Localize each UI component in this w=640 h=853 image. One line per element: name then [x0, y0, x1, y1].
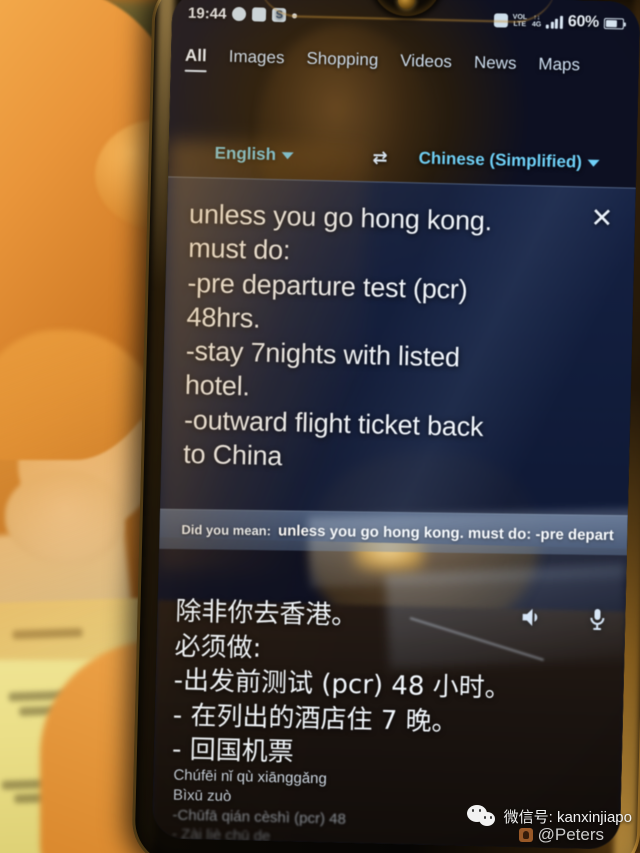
- chevron-down-icon: [281, 151, 295, 159]
- shopping-bag-icon: [252, 7, 267, 22]
- watermark-handle-row: @Peters: [518, 825, 604, 845]
- did-you-mean-suggestion[interactable]: unless you go hong kong. must do: -pre d…: [278, 522, 614, 544]
- watermark: 微信号: kanxinjiapo @Peters: [466, 804, 632, 845]
- microphone-icon[interactable]: [585, 605, 610, 639]
- tab-videos[interactable]: Videos: [400, 51, 452, 76]
- speaker-icon[interactable]: [517, 604, 548, 636]
- camera-icon: [232, 6, 247, 22]
- tab-all[interactable]: All: [185, 46, 207, 71]
- phone-device: 19:44 S VOL LTE ↑↓ 4G 60% All Images Sho…: [131, 0, 640, 853]
- photo-scene: 19:44 S VOL LTE ↑↓ 4G 60% All Images Sho…: [0, 0, 640, 853]
- front-camera-icon: [397, 0, 416, 10]
- pinyin-text: Chúfēi nǐ qù xiānggǎng Bìxū zuò -Chūfā q…: [172, 766, 474, 850]
- watermark-handle: @Peters: [537, 825, 604, 844]
- source-language-label: English: [214, 143, 277, 164]
- tab-shopping[interactable]: Shopping: [306, 49, 378, 75]
- translated-text: 除非你去香港。 必须做: -出发前测试 (pcr) 48 小时。 - 在列出的酒…: [172, 595, 511, 776]
- tab-maps[interactable]: Maps: [538, 54, 580, 79]
- target-language-selector[interactable]: Chinese (Simplified): [418, 148, 601, 172]
- swap-languages-icon[interactable]: ⇄: [372, 147, 386, 168]
- watermark-badge-icon: [518, 828, 533, 842]
- chevron-down-icon: [587, 159, 601, 167]
- source-language-selector[interactable]: English: [214, 143, 295, 165]
- watermark-wechat-id: 微信号: kanxinjiapo: [503, 808, 632, 826]
- did-you-mean-bar[interactable]: Did you mean: unless you go hong kong. m…: [159, 508, 628, 556]
- signal-icon: [546, 15, 563, 29]
- battery-icon: [603, 17, 625, 29]
- phone-screen: 19:44 S VOL LTE ↑↓ 4G 60% All Images Sho…: [151, 0, 640, 850]
- close-icon[interactable]: ✕: [590, 203, 613, 234]
- wechat-icon: [466, 804, 497, 828]
- did-you-mean-label: Did you mean:: [181, 522, 272, 539]
- tab-images[interactable]: Images: [228, 47, 285, 72]
- audio-controls: [517, 603, 610, 638]
- status-bar-clock: 19:44: [187, 4, 227, 23]
- source-text[interactable]: unless you go hong kong. must do: -pre d…: [183, 197, 560, 480]
- target-language-label: Chinese (Simplified): [418, 148, 583, 172]
- battery-percent-label: 60%: [567, 13, 600, 31]
- tab-news[interactable]: News: [474, 53, 517, 78]
